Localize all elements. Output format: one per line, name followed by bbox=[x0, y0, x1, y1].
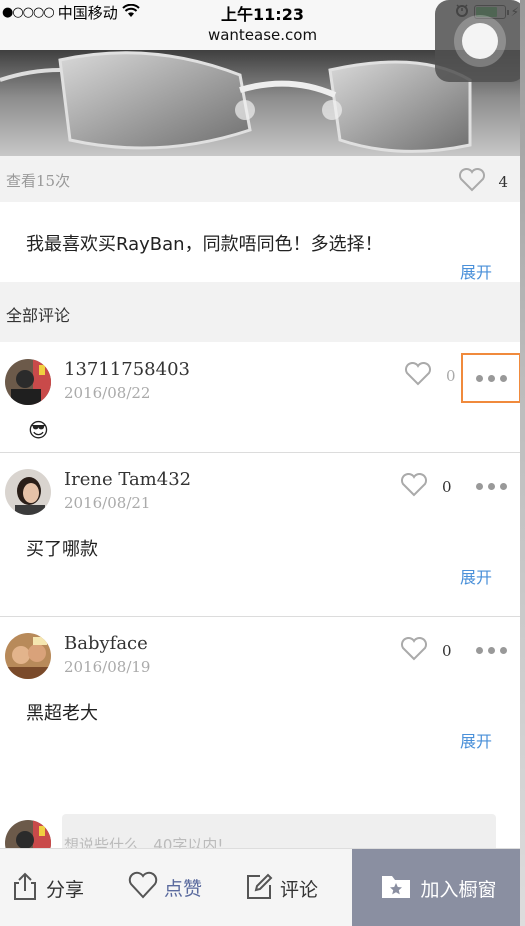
more-options-button[interactable] bbox=[461, 461, 521, 511]
comment-like-count: 0 bbox=[442, 478, 452, 496]
view-count: 查看15次 bbox=[6, 172, 71, 190]
share-button[interactable]: 分享 bbox=[10, 871, 84, 906]
post-like[interactable]: 4 bbox=[458, 167, 508, 196]
heart-icon[interactable] bbox=[458, 167, 486, 196]
comment-author[interactable]: Babyface bbox=[64, 633, 148, 654]
post-like-count: 4 bbox=[498, 173, 508, 191]
comment-date: 2016/08/19 bbox=[64, 658, 151, 676]
comment-item: Babyface 2016/08/19 0 黑超老大 展开 bbox=[0, 617, 520, 781]
more-options-button[interactable] bbox=[461, 353, 521, 403]
avatar[interactable] bbox=[5, 633, 51, 679]
post-stats-row: 查看15次 4 bbox=[0, 156, 520, 202]
post-text: 我最喜欢买RayBan，同款唔同色！多选择！ bbox=[26, 234, 383, 255]
bottom-action-bar: 分享 点赞 评论 加入橱窗 bbox=[0, 848, 525, 926]
comment-button[interactable]: 评论 bbox=[244, 871, 318, 906]
post-expand-link[interactable]: 展开 bbox=[460, 259, 492, 283]
comment-date: 2016/08/22 bbox=[64, 384, 151, 402]
folder-star-icon bbox=[380, 872, 412, 905]
comment-like[interactable]: 0 bbox=[400, 472, 452, 501]
comment-author[interactable]: Irene Tam432 bbox=[64, 469, 191, 490]
heart-icon bbox=[128, 871, 158, 904]
comment-body: 😎 bbox=[28, 418, 49, 442]
heart-icon[interactable] bbox=[404, 361, 432, 390]
comment-expand-link[interactable]: 展开 bbox=[460, 564, 492, 588]
more-icon bbox=[475, 374, 483, 382]
more-options-button[interactable] bbox=[461, 625, 521, 675]
heart-icon[interactable] bbox=[400, 472, 428, 501]
avatar[interactable] bbox=[5, 359, 51, 405]
like-label: 点赞 bbox=[164, 878, 203, 900]
comment-item: Irene Tam432 2016/08/21 0 买了哪款 展开 bbox=[0, 453, 520, 617]
share-label: 分享 bbox=[46, 879, 85, 901]
add-label: 加入橱窗 bbox=[420, 878, 497, 901]
comment-date: 2016/08/21 bbox=[64, 494, 151, 512]
comment-body: 买了哪款 bbox=[26, 539, 98, 560]
more-icon bbox=[475, 482, 483, 490]
comment-expand-link[interactable]: 展开 bbox=[460, 728, 492, 752]
more-icon bbox=[475, 646, 483, 654]
post-content: 我最喜欢买RayBan，同款唔同色！多选择！ 展开 bbox=[0, 202, 520, 282]
share-icon bbox=[10, 871, 40, 906]
comment-composer: 想说些什么...40字以内! bbox=[0, 780, 520, 866]
comment-like-count: 0 bbox=[442, 642, 452, 660]
comment-label: 评论 bbox=[280, 879, 319, 901]
scroll-edge bbox=[520, 0, 525, 926]
add-to-showcase-button[interactable]: 加入橱窗 bbox=[352, 849, 525, 926]
avatar[interactable] bbox=[5, 469, 51, 515]
comment-like[interactable]: 0 bbox=[400, 636, 452, 665]
comments-header: 全部评论 bbox=[0, 282, 520, 342]
comment-like-count: 0 bbox=[446, 367, 456, 385]
assistive-touch-button[interactable] bbox=[435, 0, 525, 82]
comments-title: 全部评论 bbox=[6, 306, 71, 325]
like-button[interactable]: 点赞 bbox=[128, 871, 202, 904]
edit-icon bbox=[244, 871, 274, 906]
comment-body: 黑超老大 bbox=[26, 703, 98, 724]
comment-author[interactable]: 13711758403 bbox=[64, 359, 190, 380]
comment-item: 13711758403 2016/08/22 0 😎 bbox=[0, 342, 521, 453]
comment-like[interactable]: 0 bbox=[404, 361, 456, 390]
heart-icon[interactable] bbox=[400, 636, 428, 665]
